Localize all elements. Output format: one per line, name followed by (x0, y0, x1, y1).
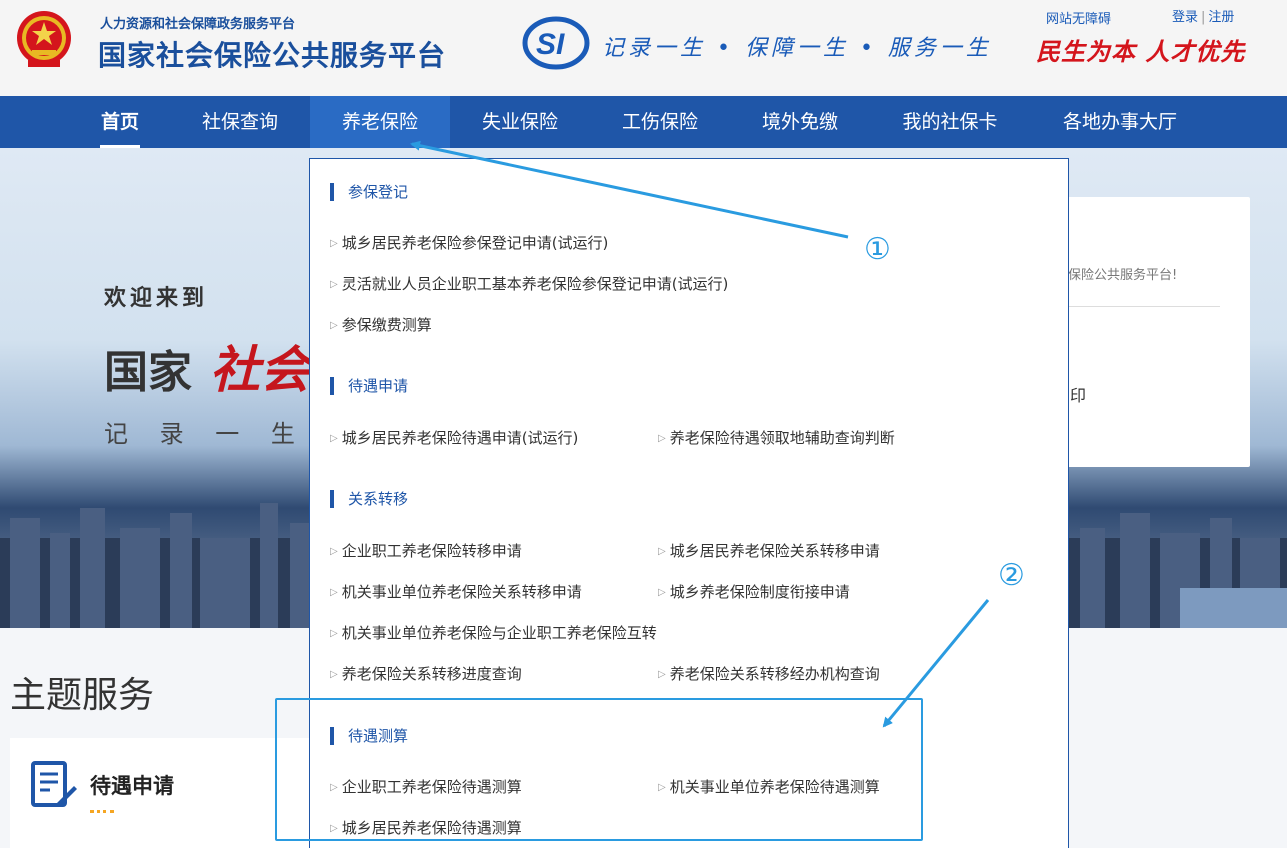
accessibility-link[interactable]: 网站无障碍 (1046, 8, 1111, 27)
dropdown-link[interactable]: ▷ 企业职工养老保险转移申请 (330, 540, 522, 561)
banner-title-prefix: 国家 (104, 347, 192, 398)
annotation-marker-1: ① (864, 232, 891, 267)
triangle-icon: ▷ (330, 587, 338, 598)
auth-separator: | (1201, 10, 1206, 25)
dropdown-link[interactable]: ▷ 机关事业单位养老保险关系转移申请 (330, 581, 582, 602)
section-title-transfer: 关系转移 (330, 490, 408, 508)
dropdown-link[interactable]: ▷ 养老保险待遇领取地辅助查询判断 (658, 427, 895, 448)
triangle-icon: ▷ (330, 320, 338, 331)
section-title-benefit-application: 待遇申请 (330, 377, 408, 395)
triangle-icon: ▷ (330, 433, 338, 444)
triangle-icon: ▷ (330, 669, 338, 680)
header-slogan: 记录一生 • 保障一生 • 服务一生 (602, 36, 992, 61)
dropdown-link[interactable]: ▷ 养老保险关系转移经办机构查询 (658, 663, 880, 684)
triangle-icon: ▷ (658, 546, 666, 557)
highlight-box (275, 698, 923, 841)
triangle-icon: ▷ (330, 546, 338, 557)
nav-injury[interactable]: 工伤保险 (620, 96, 700, 148)
nav-pension[interactable]: 养老保险 (310, 96, 450, 148)
dropdown-link[interactable]: ▷ 城乡居民养老保险待遇申请(试运行) (330, 427, 578, 448)
dropdown-link[interactable]: ▷ 城乡居民养老保险关系转移申请 (658, 540, 880, 561)
triangle-icon: ▷ (330, 628, 338, 639)
nav-local-halls[interactable]: 各地办事大厅 (1060, 96, 1180, 148)
login-welcome-text: 保险公共服务平台! (1068, 268, 1178, 283)
triangle-icon: ▷ (658, 433, 666, 444)
red-slogan: 民生为本 人才优先 (1036, 37, 1246, 66)
section-title-registration: 参保登记 (330, 183, 408, 201)
nav-home[interactable]: 首页 (100, 96, 140, 148)
triangle-icon: ▷ (658, 587, 666, 598)
nav-overseas[interactable]: 境外免缴 (760, 96, 840, 148)
service-dots (90, 810, 114, 814)
auth-links: 登录 | 注册 (1172, 6, 1234, 25)
site-header: 人力资源和社会保障政务服务平台 国家社会保险公共服务平台 SI 记录一生 • 保… (0, 0, 1287, 96)
register-link[interactable]: 注册 (1208, 10, 1234, 25)
annotation-marker-2: ② (998, 558, 1025, 593)
login-print-text[interactable]: 印 (1070, 382, 1086, 406)
service-label[interactable]: 待遇申请 (90, 770, 174, 800)
nav-my-card[interactable]: 我的社保卡 (900, 96, 1000, 148)
login-link[interactable]: 登录 (1172, 10, 1198, 25)
dropdown-link[interactable]: ▷ 城乡养老保险制度衔接申请 (658, 581, 850, 602)
banner-welcome: 欢迎来到 (104, 286, 209, 311)
nav-social-query[interactable]: 社保查询 (200, 96, 280, 148)
document-edit-icon (31, 761, 77, 807)
login-card (1060, 197, 1250, 467)
nav-unemployment[interactable]: 失业保险 (480, 96, 560, 148)
dropdown-link[interactable]: ▷ 参保缴费测算 (330, 314, 432, 335)
site-subtitle: 人力资源和社会保障政务服务平台 (100, 17, 296, 32)
dropdown-link[interactable]: ▷ 养老保险关系转移进度查询 (330, 663, 522, 684)
dropdown-link[interactable]: ▷ 机关事业单位养老保险与企业职工养老保险互转 (330, 622, 657, 643)
national-emblem-icon (17, 11, 71, 67)
triangle-icon: ▷ (330, 279, 338, 290)
dropdown-link[interactable]: ▷ 城乡居民养老保险参保登记申请(试运行) (330, 232, 608, 253)
theme-services-title: 主题服务 (10, 675, 155, 716)
svg-text:SI: SI (536, 28, 565, 61)
site-title[interactable]: 国家社会保险公共服务平台 (98, 34, 446, 74)
triangle-icon: ▷ (658, 669, 666, 680)
main-nav: 首页 社保查询 养老保险 失业保险 工伤保险 境外免缴 我的社保卡 各地办事大厅 (0, 96, 1287, 148)
banner-title-highlight: 社会 (210, 340, 310, 399)
triangle-icon: ▷ (330, 238, 338, 249)
si-logo-icon: SI (522, 16, 590, 70)
dropdown-link[interactable]: ▷ 灵活就业人员企业职工基本养老保险参保登记申请(试运行) (330, 273, 728, 294)
login-divider (1068, 306, 1220, 307)
